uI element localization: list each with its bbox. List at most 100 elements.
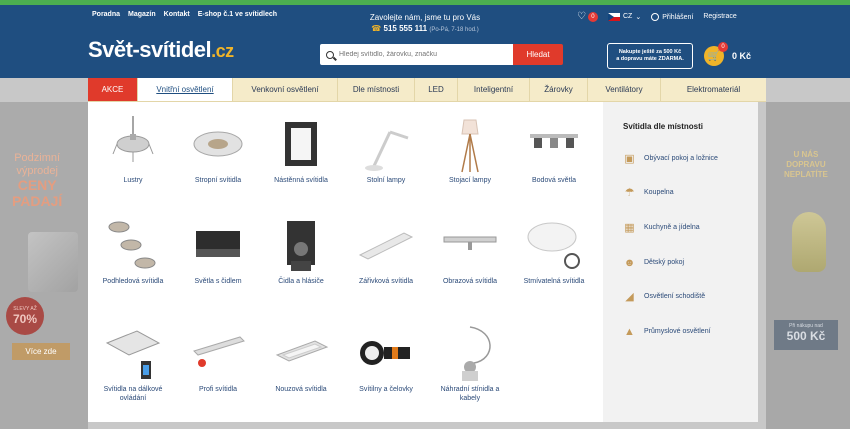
- category-floor-lamp[interactable]: Stojací lampy: [430, 114, 510, 185]
- language-selector[interactable]: CZ ⌄: [607, 12, 641, 21]
- category-ceiling-light[interactable]: Stropní svítidla: [178, 114, 258, 185]
- category-label: Svítilny a čelovky: [359, 386, 413, 393]
- stove-icon: ▦: [624, 222, 635, 234]
- site-header: Poradna Magazín Kontakt E-shop č.1 ve sv…: [0, 5, 850, 78]
- room-koupelna[interactable]: ☂ Koupelna: [623, 186, 674, 199]
- cart-button[interactable]: 🛒 0: [704, 42, 728, 66]
- sale-text: Podzimní výprodej CENY PADAJÍ: [12, 152, 62, 209]
- room-schodiste[interactable]: ◢ Osvětlení schodiště: [623, 290, 705, 303]
- nav-inteligentni[interactable]: Inteligentní: [458, 78, 530, 101]
- category-label: Čidla a hlásiče: [278, 278, 324, 285]
- category-label: Svítidla na dálkové ovládání: [103, 386, 163, 403]
- link-magazin[interactable]: Magazín: [128, 11, 156, 18]
- fluorescent-light-icon: [356, 215, 416, 275]
- search-box: [320, 44, 513, 65]
- shipping-line-2: DOPRAVU: [786, 160, 826, 169]
- category-label: Nástěnná svítidla: [274, 177, 328, 184]
- category-pro-light[interactable]: Profi svítidla: [178, 323, 258, 394]
- category-remote-light[interactable]: Svítidla na dálkové ovládání: [93, 323, 173, 403]
- room-prumyslove[interactable]: ▲ Průmyslové osvětlení: [623, 325, 710, 338]
- category-label: Náhradní stínidla a kabely: [440, 386, 500, 403]
- ceiling-light-icon: [188, 114, 248, 174]
- nav-akce[interactable]: AKCE: [88, 78, 138, 101]
- main-nav: AKCE Vnitřní osvětlení Venkovní osvětlen…: [88, 78, 766, 102]
- sofa-icon: ▣: [624, 153, 635, 165]
- category-dimmable-light[interactable]: Stmívatelná svítidla: [514, 215, 594, 286]
- category-desk-lamp[interactable]: Stolní lampy: [346, 114, 426, 185]
- category-label: Bodová světla: [532, 177, 576, 184]
- nav-led[interactable]: LED: [415, 78, 458, 101]
- category-fluorescent-light[interactable]: Zářivková svítidla: [346, 215, 426, 286]
- more-button[interactable]: Více zde: [12, 343, 70, 360]
- room-label: Kuchyně a jídelna: [644, 224, 700, 231]
- spotlight-icon: [524, 114, 584, 174]
- logo-tld: .cz: [211, 41, 234, 61]
- lamp-image: [28, 232, 78, 292]
- register-link[interactable]: Registrace: [703, 13, 736, 20]
- room-detsky[interactable]: ☻ Dětský pokoj: [623, 256, 684, 269]
- site-logo[interactable]: Svět-svítidel.cz: [88, 37, 234, 63]
- dimmable-light-icon: [524, 215, 584, 275]
- room-obyvaci[interactable]: ▣ Obývací pokoj a ložnice: [623, 152, 718, 165]
- top-links: Poradna Magazín Kontakt E-shop č.1 ve sv…: [92, 11, 277, 18]
- promo-line-1: Nakupte ještě za 500 Kč: [618, 49, 682, 55]
- sensor-light-icon: [188, 215, 248, 275]
- free-shipping-promo: Nakupte ještě za 500 Kč a dopravu máte Z…: [607, 43, 693, 69]
- discount-badge: SLEVY AŽ 70%: [6, 297, 44, 335]
- category-spotlight[interactable]: Bodová světla: [514, 114, 594, 185]
- link-eshop[interactable]: E-shop č.1 ve svítidlech: [198, 11, 277, 18]
- sale-line-2: výprodej: [16, 164, 58, 177]
- category-chandelier[interactable]: Lustry: [93, 114, 173, 185]
- category-emergency-light[interactable]: Nouzová svítidla: [261, 323, 341, 394]
- category-sensor[interactable]: Čidla a hlásiče: [261, 215, 341, 286]
- search-button[interactable]: Hledat: [513, 44, 563, 65]
- flashlight-icon: [356, 323, 416, 383]
- rooms-panel: Svítidla dle místnosti ▣ Obývací pokoj a …: [603, 102, 758, 422]
- nav-zarovky[interactable]: Žárovky: [530, 78, 588, 101]
- nav-ventilatory[interactable]: Ventilátory: [588, 78, 661, 101]
- room-label: Osvětlení schodiště: [644, 293, 706, 300]
- nav-dle-mistnosti[interactable]: Dle místnosti: [338, 78, 415, 101]
- right-shipping-banner[interactable]: U NÁS DOPRAVU NEPLATÍTE Při nákupu nad 5…: [766, 102, 850, 429]
- nav-vnitrni-osvetleni[interactable]: Vnitřní osvětlení: [138, 78, 233, 101]
- category-label: Stmívatelná svítidla: [523, 278, 585, 285]
- user-block: ♡ 0 CZ ⌄ Přihlášení Registrace: [577, 11, 737, 22]
- left-sale-banner[interactable]: Podzimní výprodej CENY PADAJÍ SLEVY AŽ 7…: [0, 102, 88, 429]
- category-picture-light[interactable]: Obrazová svítidla: [430, 215, 510, 286]
- room-kuchyne[interactable]: ▦ Kuchyně a jídelna: [623, 221, 700, 234]
- category-label: Obrazová svítidla: [442, 278, 498, 285]
- category-label: Světla s čidlem: [194, 278, 242, 285]
- phone-number[interactable]: 515 555 111: [384, 24, 428, 33]
- nav-elektromaterial[interactable]: Elektromateriál: [661, 78, 766, 101]
- wishlist-count: 0: [587, 11, 598, 22]
- cart-icon: 🛒: [707, 50, 721, 62]
- teddy-icon: ☻: [623, 256, 636, 269]
- category-wall-light[interactable]: Nástěnná svítidla: [261, 114, 341, 185]
- search-input[interactable]: [339, 51, 509, 58]
- category-sensor-light[interactable]: Světla s čidlem: [178, 215, 258, 286]
- category-shade-cable[interactable]: Náhradní stínidla a kabely: [430, 323, 510, 403]
- mega-menu: Lustry Stropní svítidla Nástěnná svítidla S…: [88, 102, 603, 422]
- sensor-icon: [271, 215, 331, 275]
- login-link[interactable]: Přihlášení: [651, 12, 693, 21]
- phone-title: Zavolejte nám, jsme tu pro Vás: [369, 13, 481, 22]
- link-poradna[interactable]: Poradna: [92, 11, 120, 18]
- category-label: Profi svítidla: [198, 386, 238, 393]
- nav-venkovni-osvetleni[interactable]: Venkovní osvětlení: [233, 78, 338, 101]
- user-icon: [651, 12, 660, 21]
- link-kontakt[interactable]: Kontakt: [164, 11, 190, 18]
- cart-price[interactable]: 0 Kč: [732, 51, 751, 61]
- category-flashlight[interactable]: Svítilny a čelovky: [346, 323, 426, 394]
- rooms-title: Svítidla dle místnosti: [623, 122, 704, 131]
- shipping-line-1: U NÁS: [793, 150, 819, 159]
- industrial-lamp-icon: ▲: [624, 325, 635, 338]
- sale-line-1: Podzimní: [14, 152, 61, 164]
- category-label: Stojací lampy: [448, 177, 492, 184]
- shipping-threshold-box: Při nákupu nad 500 Kč: [774, 320, 838, 350]
- logo-main: Svět-svítidel: [88, 37, 212, 62]
- room-label: Koupelna: [644, 189, 674, 196]
- discount-value: 70%: [12, 312, 38, 326]
- wishlist-button[interactable]: ♡ 0: [577, 11, 598, 22]
- sale-line-3: CENY: [17, 177, 57, 194]
- category-recessed-light[interactable]: Podhledová svítidla: [93, 215, 173, 286]
